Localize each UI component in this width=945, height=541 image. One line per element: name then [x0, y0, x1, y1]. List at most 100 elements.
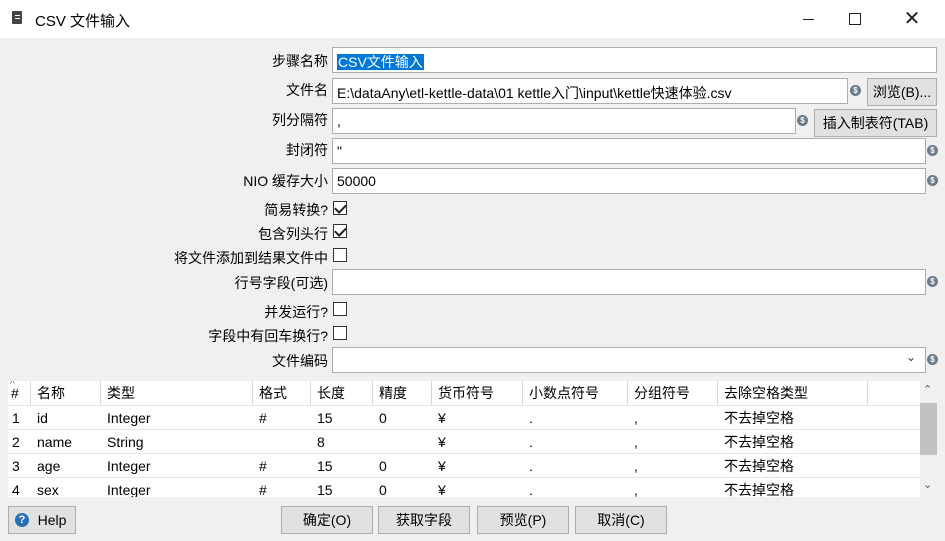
fields-table[interactable]: ^ # 名称 类型 格式 长度 精度 货币符号 小数点符号 分组符号 去除空格类…: [8, 381, 937, 497]
minimize-button[interactable]: [785, 0, 831, 38]
delimiter-input[interactable]: ,: [332, 108, 796, 134]
table-cell[interactable]: #: [253, 454, 267, 478]
table-cell[interactable]: 0: [373, 406, 387, 430]
variable-icon: $: [927, 145, 938, 156]
table-cell[interactable]: #: [253, 406, 267, 430]
app-icon: [12, 11, 22, 24]
column-header: #: [8, 381, 31, 405]
column-header: 长度: [311, 381, 373, 405]
table-cell[interactable]: ¥: [432, 430, 446, 454]
row-number: 2: [12, 434, 20, 450]
lazy-conversion-label: 简易转换?: [264, 202, 328, 218]
table-cell[interactable]: ,: [628, 454, 638, 478]
table-cell[interactable]: 15: [311, 478, 333, 497]
parallel-checkbox[interactable]: [333, 302, 347, 316]
variable-icon: $: [797, 115, 808, 126]
enclosure-input[interactable]: ": [332, 138, 926, 164]
table-cell[interactable]: ¥: [432, 454, 446, 478]
newline-checkbox[interactable]: [333, 326, 347, 340]
table-cell[interactable]: ¥: [432, 406, 446, 430]
table-cell[interactable]: #: [253, 478, 267, 497]
table-cell[interactable]: 15: [311, 454, 333, 478]
table-cell[interactable]: ,: [628, 430, 638, 454]
filename-label: 文件名: [286, 82, 328, 98]
table-cell[interactable]: .: [523, 454, 533, 478]
nio-buffer-input[interactable]: 50000: [332, 168, 926, 194]
add-result-checkbox[interactable]: [333, 248, 347, 262]
table-cell[interactable]: .: [523, 430, 533, 454]
table-cell[interactable]: 0: [373, 454, 387, 478]
rownum-input[interactable]: [332, 269, 926, 295]
scroll-up-icon[interactable]: ⌃: [923, 383, 932, 396]
add-result-label: 将文件添加到结果文件中: [174, 250, 328, 266]
rownum-label: 行号字段(可选): [234, 275, 328, 291]
table-cell[interactable]: .: [523, 478, 533, 497]
table-cell[interactable]: ,: [628, 406, 638, 430]
lazy-conversion-checkbox[interactable]: [333, 201, 347, 215]
table-cell[interactable]: 不去掉空格: [718, 478, 794, 497]
table-cell[interactable]: .: [523, 406, 533, 430]
table-cell[interactable]: String: [101, 430, 144, 454]
scrollbar-thumb[interactable]: [920, 403, 937, 455]
help-button[interactable]: ? Help: [8, 506, 76, 534]
column-header: 名称: [31, 381, 101, 405]
table-cell[interactable]: 不去掉空格: [718, 406, 794, 430]
table-cell[interactable]: Integer: [101, 454, 151, 478]
table-cell[interactable]: ,: [628, 478, 638, 497]
table-cell[interactable]: age: [31, 454, 60, 478]
table-cell[interactable]: [253, 430, 259, 454]
table-cell[interactable]: 不去掉空格: [718, 454, 794, 478]
column-header: 精度: [373, 381, 432, 405]
step-name-value: CSV文件输入: [337, 54, 424, 70]
table-cell[interactable]: id: [31, 406, 48, 430]
table-cell[interactable]: Integer: [101, 478, 151, 497]
column-header: 分组符号: [628, 381, 718, 405]
window-title: CSV 文件输入: [35, 13, 131, 30]
cancel-button[interactable]: 取消(C): [575, 506, 667, 534]
encoding-label: 文件编码: [272, 353, 328, 369]
table-cell[interactable]: name: [31, 430, 72, 454]
filename-input[interactable]: E:\dataAny\etl-kettle-data\01 kettle入门\i…: [332, 78, 848, 104]
table-cell[interactable]: Integer: [101, 406, 151, 430]
help-icon: ?: [15, 513, 29, 527]
close-button[interactable]: ✕: [889, 0, 935, 38]
row-number: 4: [12, 482, 20, 497]
row-number: 3: [12, 458, 20, 474]
variable-icon: $: [927, 175, 938, 186]
table-cell[interactable]: 8: [311, 430, 325, 454]
column-header: 去除空格类型: [718, 381, 868, 405]
insert-tab-button[interactable]: 插入制表符(TAB): [814, 109, 937, 137]
variable-icon: $: [850, 85, 861, 96]
table-cell[interactable]: [373, 430, 379, 454]
ok-button[interactable]: 确定(O): [281, 506, 373, 534]
get-fields-button[interactable]: 获取字段: [378, 506, 470, 534]
column-header: 格式: [253, 381, 311, 405]
encoding-select[interactable]: [332, 347, 926, 373]
parallel-label: 并发运行?: [264, 304, 328, 320]
newline-label: 字段中有回车换行?: [208, 328, 328, 344]
table-cell[interactable]: ¥: [432, 478, 446, 497]
table-cell[interactable]: 不去掉空格: [718, 430, 794, 454]
row-number: 1: [12, 410, 20, 426]
browse-button[interactable]: 浏览(B)...: [867, 78, 937, 106]
header-row-checkbox[interactable]: [333, 224, 347, 238]
scroll-down-icon[interactable]: ⌄: [923, 478, 932, 491]
chevron-down-icon[interactable]: ⌄: [906, 350, 916, 364]
table-cell[interactable]: 15: [311, 406, 333, 430]
title-bar: CSV 文件输入 ✕: [0, 0, 945, 38]
preview-button[interactable]: 预览(P): [477, 506, 569, 534]
header-row-label: 包含列头行: [258, 226, 328, 242]
variable-icon: $: [927, 276, 938, 287]
step-name-input[interactable]: CSV文件输入: [332, 47, 937, 73]
maximize-button[interactable]: [831, 0, 877, 38]
column-header: 小数点符号: [523, 381, 628, 405]
variable-icon: $: [927, 354, 938, 365]
table-cell[interactable]: 0: [373, 478, 387, 497]
column-header: 货币符号: [432, 381, 523, 405]
step-name-label: 步骤名称: [272, 53, 328, 69]
table-cell[interactable]: sex: [31, 478, 59, 497]
delimiter-label: 列分隔符: [272, 112, 328, 128]
nio-label: NIO 缓存大小: [243, 173, 328, 189]
enclosure-label: 封闭符: [286, 142, 328, 158]
column-header: 类型: [101, 381, 253, 405]
